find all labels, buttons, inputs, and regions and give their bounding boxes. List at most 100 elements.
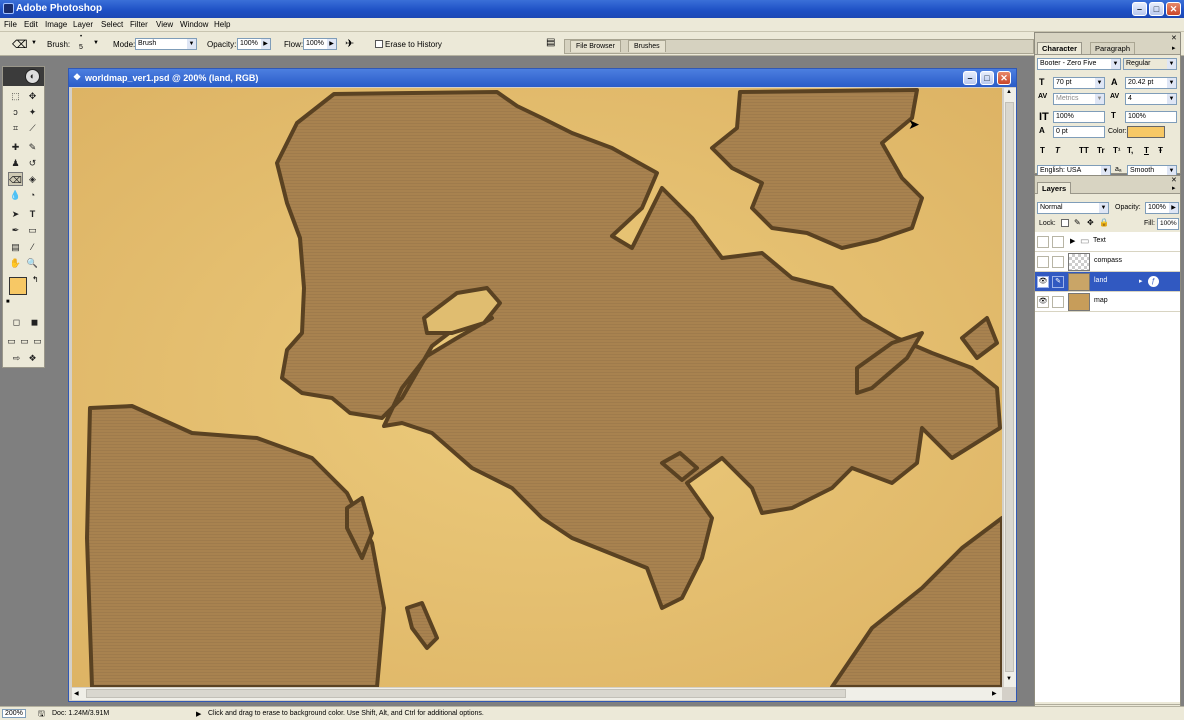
lock-image-icon[interactable]: ✎ (1074, 218, 1081, 227)
lock-transparency-checkbox[interactable] (1061, 219, 1069, 227)
full-screen-menu-mode-icon[interactable]: ▭ (18, 334, 31, 348)
history-brush-tool-icon[interactable]: ↺ (25, 156, 40, 170)
scroll-down-icon[interactable]: ▼ (1006, 676, 1012, 682)
tab-brushes[interactable]: Brushes (628, 40, 666, 52)
layer-style-icon[interactable]: ƒ (1148, 276, 1159, 287)
scroll-up-icon[interactable]: ▲ (1006, 89, 1012, 95)
faux-bold-button[interactable]: T (1040, 146, 1046, 155)
kerning-field[interactable]: Metrics ▼ (1053, 93, 1105, 105)
font-size-field[interactable]: 70 pt ▼ (1053, 77, 1105, 89)
healing-brush-tool-icon[interactable]: ✚ (8, 140, 23, 154)
close-window-button[interactable]: ✕ (1166, 2, 1181, 16)
doc-minimize-button[interactable]: – (963, 71, 977, 85)
brush-picker-arrow-icon[interactable]: ▼ (93, 40, 99, 46)
tab-layers[interactable]: Layers (1037, 182, 1072, 194)
layer-row-text[interactable]: ▶ ▭ Text (1035, 232, 1180, 252)
swap-colors-icon[interactable]: ↰ (32, 275, 39, 284)
baseline-shift-field[interactable]: 0 pt (1053, 126, 1105, 138)
pen-tool-icon[interactable]: ✒ (8, 223, 23, 237)
layer-row-map[interactable]: 👁 map (1035, 292, 1180, 312)
scroll-right-icon[interactable]: ▶ (992, 690, 997, 697)
standard-mode-icon[interactable]: ◻ (9, 315, 24, 329)
fill-field[interactable]: 100% (1157, 218, 1179, 230)
foreground-color-swatch[interactable] (9, 277, 27, 295)
lasso-tool-icon[interactable]: ↄ (8, 105, 23, 119)
effects-arrow-icon[interactable]: ▸ (1139, 277, 1143, 285)
type-tool-icon[interactable]: T (25, 207, 40, 221)
scroll-left-icon[interactable]: ◀ (74, 690, 79, 697)
visibility-toggle[interactable] (1037, 256, 1049, 268)
eraser-tool-icon[interactable]: ⌫ (8, 172, 23, 186)
paint-bucket-tool-icon[interactable]: ◈ (25, 172, 40, 186)
layer-name-map[interactable]: map (1094, 297, 1108, 304)
text-color-swatch[interactable] (1127, 126, 1165, 138)
brush-icon[interactable]: ✎ (1052, 276, 1064, 288)
airbrush-icon[interactable]: ✈ (345, 37, 354, 50)
underline-button[interactable]: T (1144, 146, 1149, 155)
menu-window[interactable]: Window (180, 20, 208, 29)
layer-row-compass[interactable]: compass (1035, 252, 1180, 272)
eyedropper-tool-icon[interactable]: ⁄ (25, 240, 40, 254)
horizontal-scale-field[interactable]: 100% (1125, 111, 1177, 123)
font-style-dropdown[interactable]: Regular ▼ (1123, 58, 1177, 70)
mode-dropdown[interactable]: Brush ▼ (135, 38, 197, 50)
font-family-dropdown[interactable]: Booter - Zero Five ▼ (1037, 58, 1121, 70)
standard-screen-mode-icon[interactable]: ▭ (5, 334, 18, 348)
maximize-window-button[interactable]: □ (1149, 2, 1164, 16)
tab-paragraph[interactable]: Paragraph (1090, 42, 1136, 54)
all-caps-button[interactable]: TT (1079, 146, 1089, 155)
adobe-online-icon[interactable]: ◐ (25, 69, 40, 84)
path-selection-tool-icon[interactable]: ➤ (8, 207, 23, 221)
strikethrough-button[interactable]: Ŧ (1158, 146, 1163, 155)
vertical-scroll-thumb[interactable] (1005, 102, 1014, 672)
hand-tool-icon[interactable]: ✋ (8, 256, 23, 270)
lock-all-icon[interactable]: 🔒 (1099, 218, 1109, 227)
visibility-toggle[interactable] (1037, 236, 1049, 248)
move-tool-icon[interactable]: ✥ (25, 89, 40, 103)
world-map-image[interactable] (72, 88, 1002, 687)
shape-tool-icon[interactable]: ▭ (25, 223, 40, 237)
eye-icon[interactable]: 👁 (1037, 296, 1049, 308)
menu-edit[interactable]: Edit (24, 20, 38, 29)
chevron-right-icon[interactable]: ▶ (261, 39, 270, 49)
chevron-right-icon[interactable]: ▶ (327, 39, 336, 49)
chevron-right-icon[interactable]: ▶ (1169, 203, 1178, 213)
layer-name-compass[interactable]: compass (1094, 257, 1122, 264)
full-screen-mode-icon[interactable]: ▭ (31, 334, 44, 348)
tab-file-browser[interactable]: File Browser (570, 40, 621, 52)
panel-menu-arrow-icon[interactable]: ▸ (1172, 184, 1176, 192)
menu-filter[interactable]: Filter (130, 20, 148, 29)
faux-italic-button[interactable]: T (1055, 146, 1060, 155)
menu-image[interactable]: Image (45, 20, 67, 29)
link-toggle[interactable] (1052, 296, 1064, 308)
status-arrow-icon[interactable]: ▶ (196, 710, 201, 718)
crop-tool-icon[interactable]: ⌗ (8, 121, 23, 135)
menu-file[interactable]: File (4, 20, 17, 29)
dodge-tool-icon[interactable]: ◔ (25, 188, 40, 202)
horizontal-scrollbar[interactable]: ◀ ▶ (72, 688, 1002, 700)
menu-help[interactable]: Help (214, 20, 230, 29)
link-toggle[interactable] (1052, 256, 1064, 268)
opacity-field[interactable]: 100% ▶ (237, 38, 271, 50)
superscript-button[interactable]: T¹ (1113, 146, 1121, 155)
tracking-field[interactable]: 4 ▼ (1125, 93, 1177, 105)
blend-mode-dropdown[interactable]: Normal ▼ (1037, 202, 1109, 214)
menu-view[interactable]: View (156, 20, 173, 29)
magic-wand-tool-icon[interactable]: ✦ (25, 105, 40, 119)
brush-tool-icon[interactable]: ✎ (25, 140, 40, 154)
lock-position-icon[interactable]: ✥ (1087, 218, 1094, 227)
erase-history-checkbox[interactable] (375, 40, 383, 48)
leading-field[interactable]: 20.42 pt ▼ (1125, 77, 1177, 89)
menu-layer[interactable]: Layer (73, 20, 93, 29)
subscript-button[interactable]: T, (1127, 146, 1133, 155)
flow-field[interactable]: 100% ▶ (303, 38, 337, 50)
doc-close-button[interactable]: ✕ (997, 71, 1011, 85)
tool-preset-arrow-icon[interactable]: ▼ (31, 40, 37, 46)
layer-row-land[interactable]: 👁 ✎ land ▸ ƒ (1035, 272, 1180, 292)
palette-well-icon[interactable]: ▤ (546, 37, 555, 48)
layer-name-land[interactable]: land (1094, 277, 1107, 284)
link-toggle[interactable] (1052, 236, 1064, 248)
clone-stamp-tool-icon[interactable]: ♟ (8, 156, 23, 170)
zoom-tool-icon[interactable]: 🔍 (25, 256, 40, 270)
default-colors-icon[interactable]: ■ (6, 299, 10, 305)
